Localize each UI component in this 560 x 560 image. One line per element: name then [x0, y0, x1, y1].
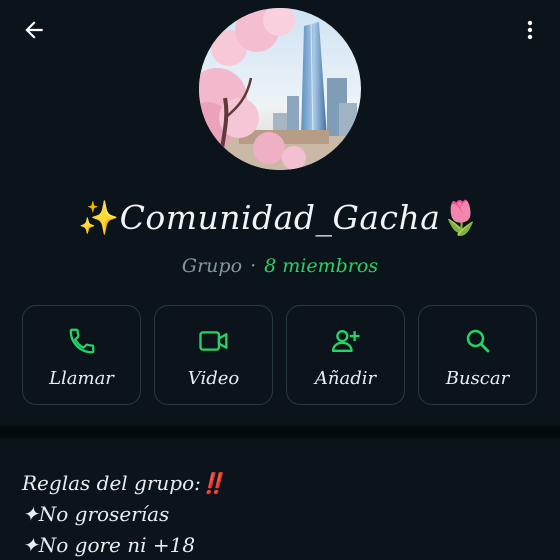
video-label: Video — [187, 368, 240, 389]
description-line: ✦No groserías — [22, 502, 170, 526]
tulip-emoji: 🌷 — [440, 198, 483, 237]
search-label: Buscar — [445, 368, 510, 389]
video-icon — [198, 331, 227, 351]
back-button[interactable] — [14, 12, 54, 48]
add-button[interactable]: Añadir — [286, 305, 405, 405]
search-icon — [466, 329, 489, 353]
arrow-left-icon — [25, 21, 43, 39]
call-button[interactable]: Llamar — [22, 305, 141, 405]
section-divider — [0, 426, 560, 438]
sparkles-emoji: ✨ — [77, 198, 120, 237]
group-name-text: Comunidad_Gacha — [119, 198, 441, 237]
video-button[interactable]: Video — [154, 305, 273, 405]
add-label: Añadir — [314, 368, 377, 389]
phone-icon — [69, 328, 94, 354]
group-subtitle: Grupo · 8 miembros — [0, 255, 560, 277]
group-type: Grupo — [181, 255, 243, 277]
search-button[interactable]: Buscar — [418, 305, 537, 405]
description-line: ✦No gore ni +18 — [22, 533, 196, 557]
call-label: Llamar — [49, 368, 114, 389]
group-name: ✨Comunidad_Gacha🌷 — [0, 198, 560, 238]
avatar-image — [199, 8, 361, 170]
action-buttons: Llamar Video Añadir Buscar — [22, 305, 538, 405]
group-avatar[interactable] — [199, 8, 361, 170]
more-vertical-icon — [527, 20, 533, 40]
members-count[interactable]: 8 miembros — [264, 255, 378, 277]
separator-dot: · — [250, 255, 257, 277]
add-person-icon — [331, 329, 360, 353]
group-description[interactable]: Reglas del grupo:‼️ ✦No groserías ✦No go… — [22, 468, 542, 560]
description-line: Reglas del grupo:‼️ — [22, 471, 226, 495]
more-options-button[interactable] — [512, 12, 548, 48]
